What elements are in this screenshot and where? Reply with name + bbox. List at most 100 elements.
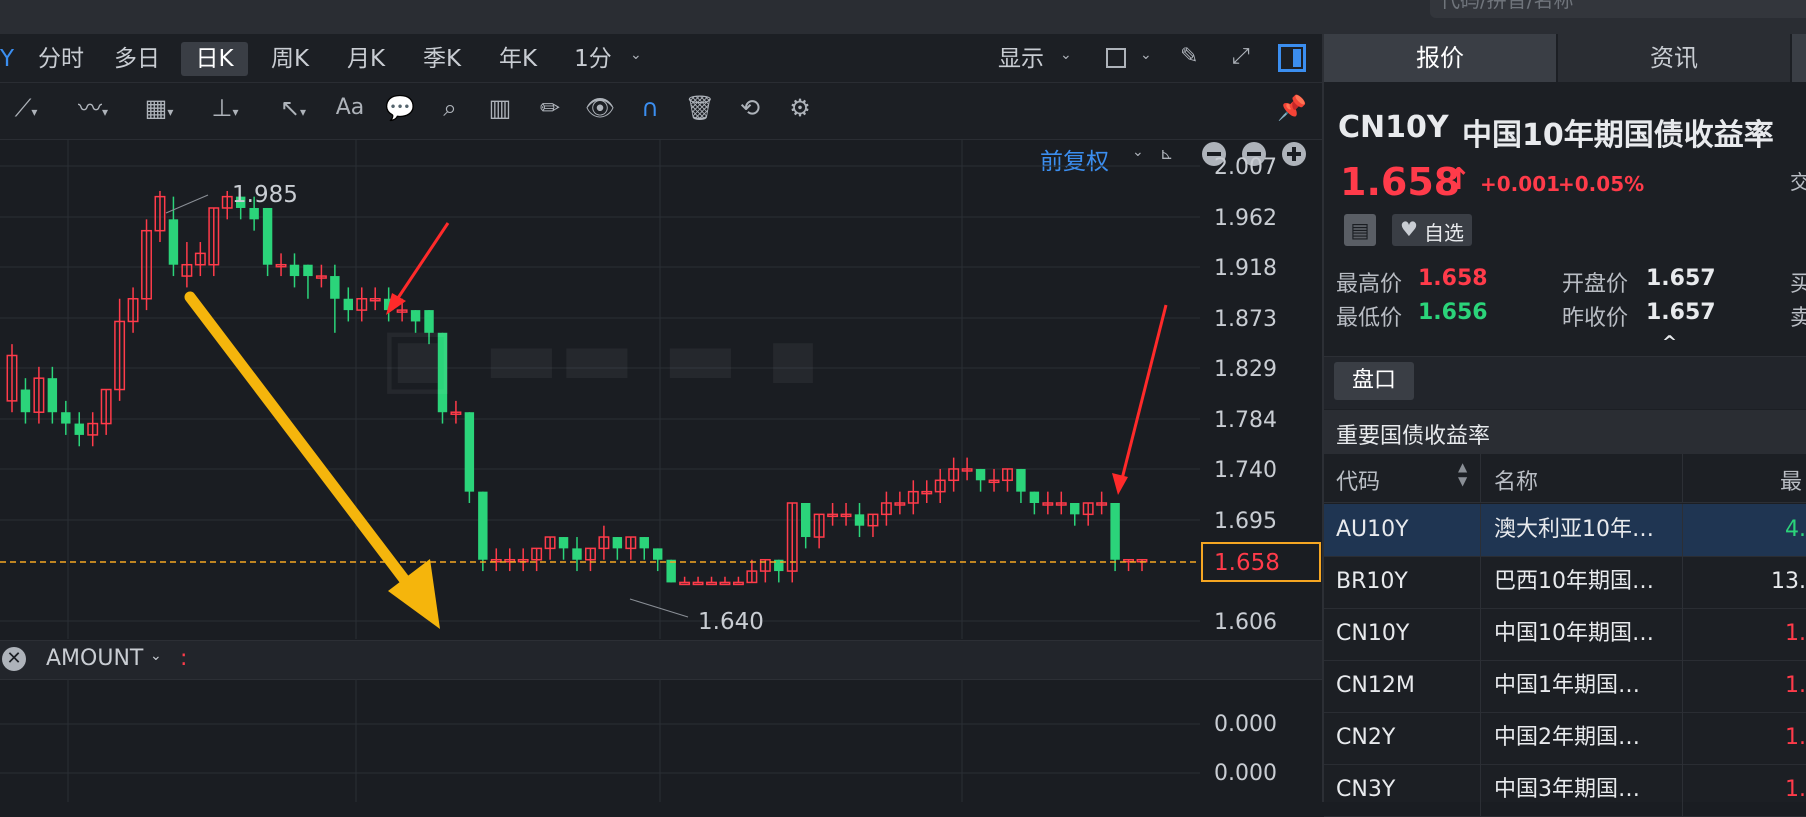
chevron-down-icon[interactable]: ⌄	[1140, 47, 1152, 63]
fib-tool-icon[interactable]: ▦▾	[134, 92, 184, 124]
red-annotation-arrow-left	[386, 222, 450, 315]
up-arrow-icon: ↑	[1446, 162, 1472, 197]
row-last-value: 13.	[1771, 569, 1806, 594]
magnet-icon[interactable]: ∩	[632, 92, 668, 124]
candle-body	[303, 264, 313, 277]
high-price-label: 最高价	[1336, 272, 1403, 297]
display-menu-button[interactable]: 显示	[994, 42, 1048, 76]
low-annotation: 1.640	[698, 609, 764, 635]
row-name: 澳大利亚10年…	[1494, 517, 1654, 542]
cursor-arrow-icon[interactable]: ↖▾	[268, 92, 318, 124]
tab-1min[interactable]: 1分	[572, 42, 614, 76]
table-row[interactable]: CN10Y 中国10年期国… 1.	[1324, 608, 1806, 661]
eye-icon[interactable]: 👁	[582, 92, 618, 124]
column-divider	[1480, 608, 1481, 660]
close-icon[interactable]: ✕	[2, 647, 26, 671]
candle-body	[249, 207, 259, 220]
watchlist-label: 自选	[1424, 221, 1464, 245]
pen-icon[interactable]: ✏	[532, 92, 568, 124]
note-icon[interactable]: ▤	[1344, 214, 1376, 246]
chevron-down-icon[interactable]: ⌄	[150, 648, 162, 664]
candle-body	[732, 581, 744, 586]
price-axis-tick: 1.918	[1214, 256, 1277, 281]
checkbox-icon[interactable]	[1106, 48, 1126, 68]
tab-monthly-k[interactable]: 月K	[338, 42, 394, 76]
level-tool-icon[interactable]: ⊥▾	[200, 92, 250, 124]
high-annotation: 1.985	[232, 182, 298, 208]
sort-icon[interactable]: ▲ ▼	[1458, 460, 1467, 488]
text-tool-icon[interactable]: Aa	[332, 92, 368, 124]
candle-stats-icon[interactable]: ▥	[482, 92, 518, 124]
candle-body	[74, 423, 84, 435]
candle-body	[289, 264, 300, 277]
last-price: 1.658	[1340, 160, 1461, 204]
tab-quarterly-k[interactable]: 季K	[414, 42, 470, 76]
tab-pankou[interactable]: 盘口	[1334, 362, 1414, 400]
price-axis-tick: 1.740	[1214, 458, 1277, 483]
column-divider	[1480, 556, 1481, 608]
comment-icon[interactable]: 💬	[382, 92, 418, 124]
sync-icon[interactable]: ⟲	[732, 92, 768, 124]
row-last-value: 1.	[1785, 777, 1806, 802]
trash-icon[interactable]: 🗑	[682, 92, 718, 124]
table-row[interactable]: AU10Y 澳大利亚10年… 4.	[1324, 504, 1806, 557]
row-code: AU10Y	[1336, 517, 1409, 542]
row-name: 巴西10年期国…	[1494, 569, 1654, 594]
candle-body	[330, 276, 340, 299]
tab-weekly-k[interactable]: 周K	[262, 42, 318, 76]
search-input[interactable]: 代码/拼音/名称	[1430, 0, 1806, 18]
collapse-caret-icon[interactable]: ^	[1662, 332, 1677, 353]
price-axis-tick: 1.606	[1214, 610, 1277, 635]
column-divider	[1682, 660, 1683, 712]
candle-body	[975, 468, 986, 481]
amount-indicator-bar	[0, 640, 1322, 680]
candle-body	[464, 412, 475, 492]
polyline-tool-icon[interactable]: 〰▾	[68, 92, 118, 124]
tab-fenshi[interactable]: 分时	[30, 42, 92, 76]
tab-quote[interactable]: 报价	[1324, 34, 1556, 82]
fullscreen-icon[interactable]: ⤢	[1232, 44, 1250, 69]
pin-icon[interactable]: 📌	[1274, 92, 1310, 124]
candle-body	[639, 537, 649, 549]
prev-close-label: 昨收价	[1562, 306, 1629, 331]
gear-icon[interactable]: ⚙	[782, 92, 818, 124]
price-axis-tick: 2.007	[1214, 155, 1277, 180]
amount-indicator-label[interactable]: AMOUNT	[46, 646, 143, 671]
column-header-last[interactable]: 最	[1780, 464, 1802, 496]
open-price-label: 开盘价	[1562, 272, 1629, 297]
tab-yearly-k[interactable]: 年K	[490, 42, 546, 76]
chevron-down-icon[interactable]: ⌄	[1060, 47, 1072, 63]
heart-icon: ♥	[1400, 217, 1418, 241]
brush-icon[interactable]: ✎	[1180, 44, 1198, 69]
line-tool-icon[interactable]: ⟋▾	[4, 92, 48, 124]
tab-daily-k[interactable]: 日K	[181, 42, 248, 76]
candlestick-chart[interactable]: 2.007 1.962 1.918 1.873 1.829 1.784 1.740 1.695…	[0, 139, 1322, 639]
price-axis-tick: 1.873	[1214, 307, 1277, 332]
amount-indicator-colon: :	[180, 646, 188, 671]
volume-axis-tick: 0.000	[1214, 761, 1277, 786]
search-icon[interactable]: ⌕	[432, 92, 468, 124]
column-header-code[interactable]: 代码	[1336, 464, 1380, 496]
watermark: ▣ ▬▬ ▬ ▪	[380, 310, 820, 403]
table-row[interactable]: CN2Y 中国2年期国… 1.	[1324, 712, 1806, 765]
volume-pane: 0.000 0.000	[0, 679, 1277, 802]
price-change: +0.001	[1480, 172, 1561, 196]
chevron-down-icon[interactable]: ⌄	[630, 47, 642, 63]
table-row[interactable]: CN3Y 中国3年期国… 1.	[1324, 764, 1806, 817]
tab-duori[interactable]: 多日	[106, 42, 168, 76]
row-code: CN3Y	[1336, 777, 1396, 802]
column-header-name[interactable]: 名称	[1494, 464, 1538, 496]
candle-body	[343, 298, 354, 311]
column-divider	[1682, 608, 1683, 660]
high-price-value: 1.658	[1418, 266, 1488, 291]
layout-toggle-icon[interactable]	[1278, 44, 1306, 72]
tab-news[interactable]: 资讯	[1558, 34, 1790, 82]
column-divider	[1682, 556, 1683, 608]
table-row[interactable]: CN12M 中国1年期国… 1.	[1324, 660, 1806, 713]
column-divider	[1682, 454, 1683, 502]
table-row[interactable]: BR10Y 巴西10年期国… 13.	[1324, 556, 1806, 609]
period-tab-partial[interactable]: Y	[0, 42, 14, 76]
candle-body	[61, 412, 71, 424]
watchlist-button[interactable]: ♥ 自选	[1392, 214, 1472, 246]
table-header	[1324, 454, 1806, 503]
